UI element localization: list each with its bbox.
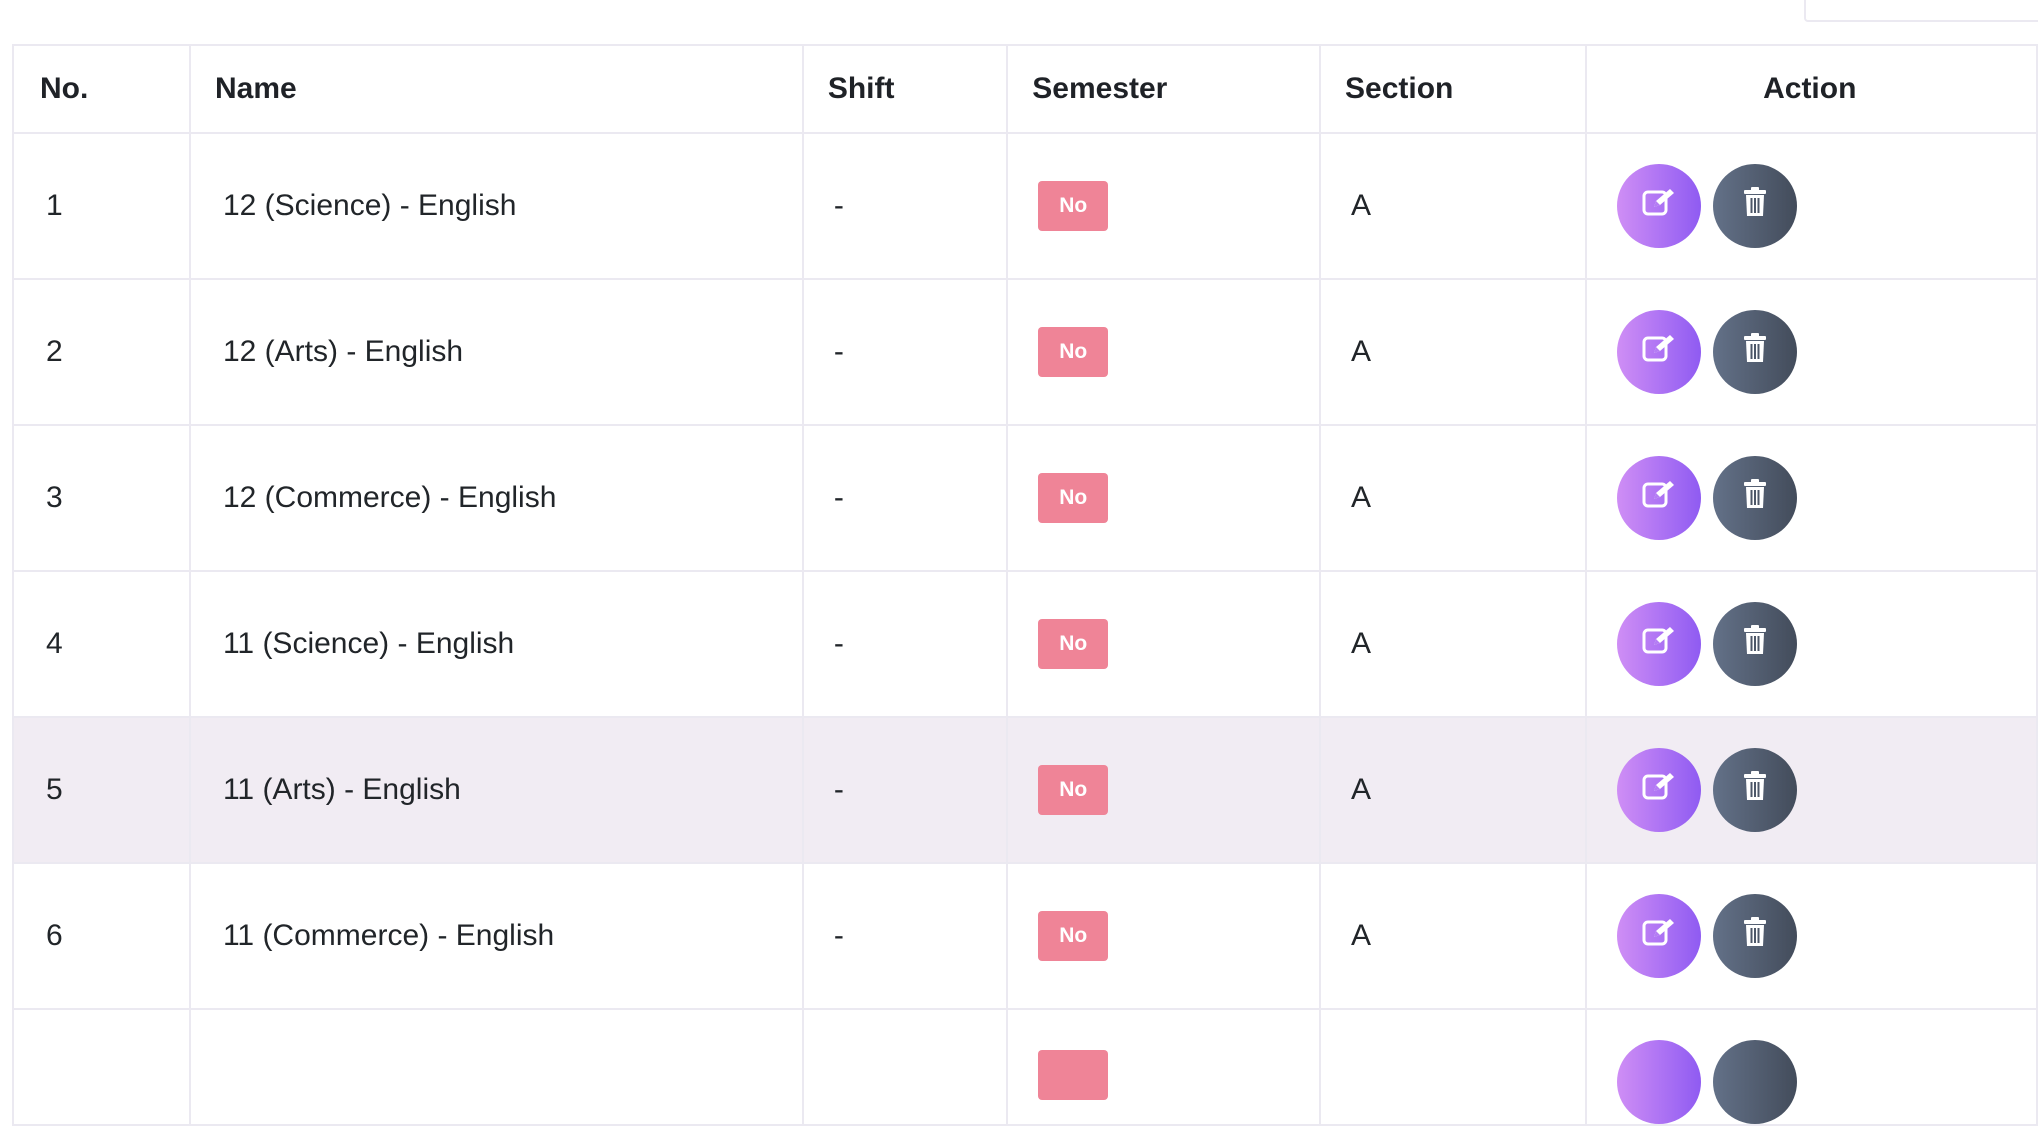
header-no[interactable]: No. [12,44,191,134]
cell-semester: No [1006,716,1322,864]
cell-no: 6 [12,862,191,1010]
delete-button[interactable] [1713,748,1798,832]
semester-badge: No [1038,181,1109,231]
delete-button[interactable] [1713,310,1798,394]
semester-badge: No [1038,619,1109,669]
cell-action [1585,424,2038,572]
cell-shift: - [801,132,1009,280]
edit-button[interactable] [1617,310,1702,394]
trash-icon [1743,479,1767,517]
delete-button[interactable] [1713,602,1798,686]
cell-action [1585,570,2038,718]
edit-icon [1642,917,1676,955]
table-row[interactable]: 5 11 (Arts) - English - No A [12,716,2038,864]
cell-name: 12 (Arts) - English [188,278,804,426]
delete-button[interactable] [1713,456,1798,540]
cell-section: A [1319,278,1588,426]
cell-name: 11 (Commerce) - English [188,862,804,1010]
table-header-row: No. Name Shift Semester Section Action [12,44,2038,134]
edit-button[interactable] [1617,1040,1702,1123]
trash-icon [1743,187,1767,225]
edit-icon [1642,479,1676,517]
cell-no [12,1008,191,1126]
cell-name: 11 (Arts) - English [188,716,804,864]
cell-shift: - [801,424,1009,572]
search-box[interactable] [1804,0,2038,22]
cell-semester: No [1006,278,1322,426]
cell-action [1585,1008,2038,1126]
cell-shift: - [801,716,1009,864]
delete-button[interactable] [1713,1040,1798,1123]
table-row[interactable]: 6 11 (Commerce) - English - No A [12,862,2038,1010]
semester-badge: No [1038,765,1109,815]
edit-button[interactable] [1617,602,1702,686]
table-row-partial[interactable] [12,1008,2038,1126]
edit-button[interactable] [1617,456,1702,540]
cell-section [1319,1008,1588,1126]
semester-badge: No [1038,327,1109,377]
cell-name: 11 (Science) - English [188,570,804,718]
cell-action [1585,132,2038,280]
semester-badge [1038,1050,1109,1100]
data-table: No. Name Shift Semester Section Action 1… [12,44,2038,1126]
cell-shift [801,1008,1009,1126]
cell-action [1585,862,2038,1010]
header-section[interactable]: Section [1319,44,1588,134]
table-row[interactable]: 2 12 (Arts) - English - No A [12,278,2038,426]
semester-badge: No [1038,911,1109,961]
semester-badge: No [1038,473,1109,523]
table-row[interactable]: 3 12 (Commerce) - English - No A [12,424,2038,572]
cell-no: 3 [12,424,191,572]
cell-semester [1006,1008,1322,1126]
cell-name: 12 (Science) - English [188,132,804,280]
trash-icon [1743,625,1767,663]
cell-name: 12 (Commerce) - English [188,424,804,572]
cell-no: 4 [12,570,191,718]
delete-button[interactable] [1713,894,1798,978]
cell-semester: No [1006,132,1322,280]
cell-no: 1 [12,132,191,280]
trash-icon [1743,917,1767,955]
cell-semester: No [1006,570,1322,718]
cell-no: 5 [12,716,191,864]
delete-button[interactable] [1713,164,1798,248]
cell-shift: - [801,570,1009,718]
cell-no: 2 [12,278,191,426]
cell-section: A [1319,862,1588,1010]
cell-action [1585,716,2038,864]
header-action: Action [1585,44,2038,134]
edit-button[interactable] [1617,748,1702,832]
cell-section: A [1319,570,1588,718]
edit-button[interactable] [1617,164,1702,248]
header-name[interactable]: Name [188,44,804,134]
cell-semester: No [1006,862,1322,1010]
table-row[interactable]: 1 12 (Science) - English - No A [12,132,2038,280]
cell-action [1585,278,2038,426]
cell-shift: - [801,862,1009,1010]
table-row[interactable]: 4 11 (Science) - English - No A [12,570,2038,718]
trash-icon [1743,333,1767,371]
edit-icon [1642,625,1676,663]
edit-icon [1642,771,1676,809]
header-shift[interactable]: Shift [801,44,1009,134]
edit-icon [1642,333,1676,371]
header-semester[interactable]: Semester [1006,44,1322,134]
cell-section: A [1319,716,1588,864]
cell-section: A [1319,424,1588,572]
cell-name [188,1008,804,1126]
cell-shift: - [801,278,1009,426]
cell-semester: No [1006,424,1322,572]
trash-icon [1743,771,1767,809]
edit-icon [1642,187,1676,225]
edit-button[interactable] [1617,894,1702,978]
cell-section: A [1319,132,1588,280]
